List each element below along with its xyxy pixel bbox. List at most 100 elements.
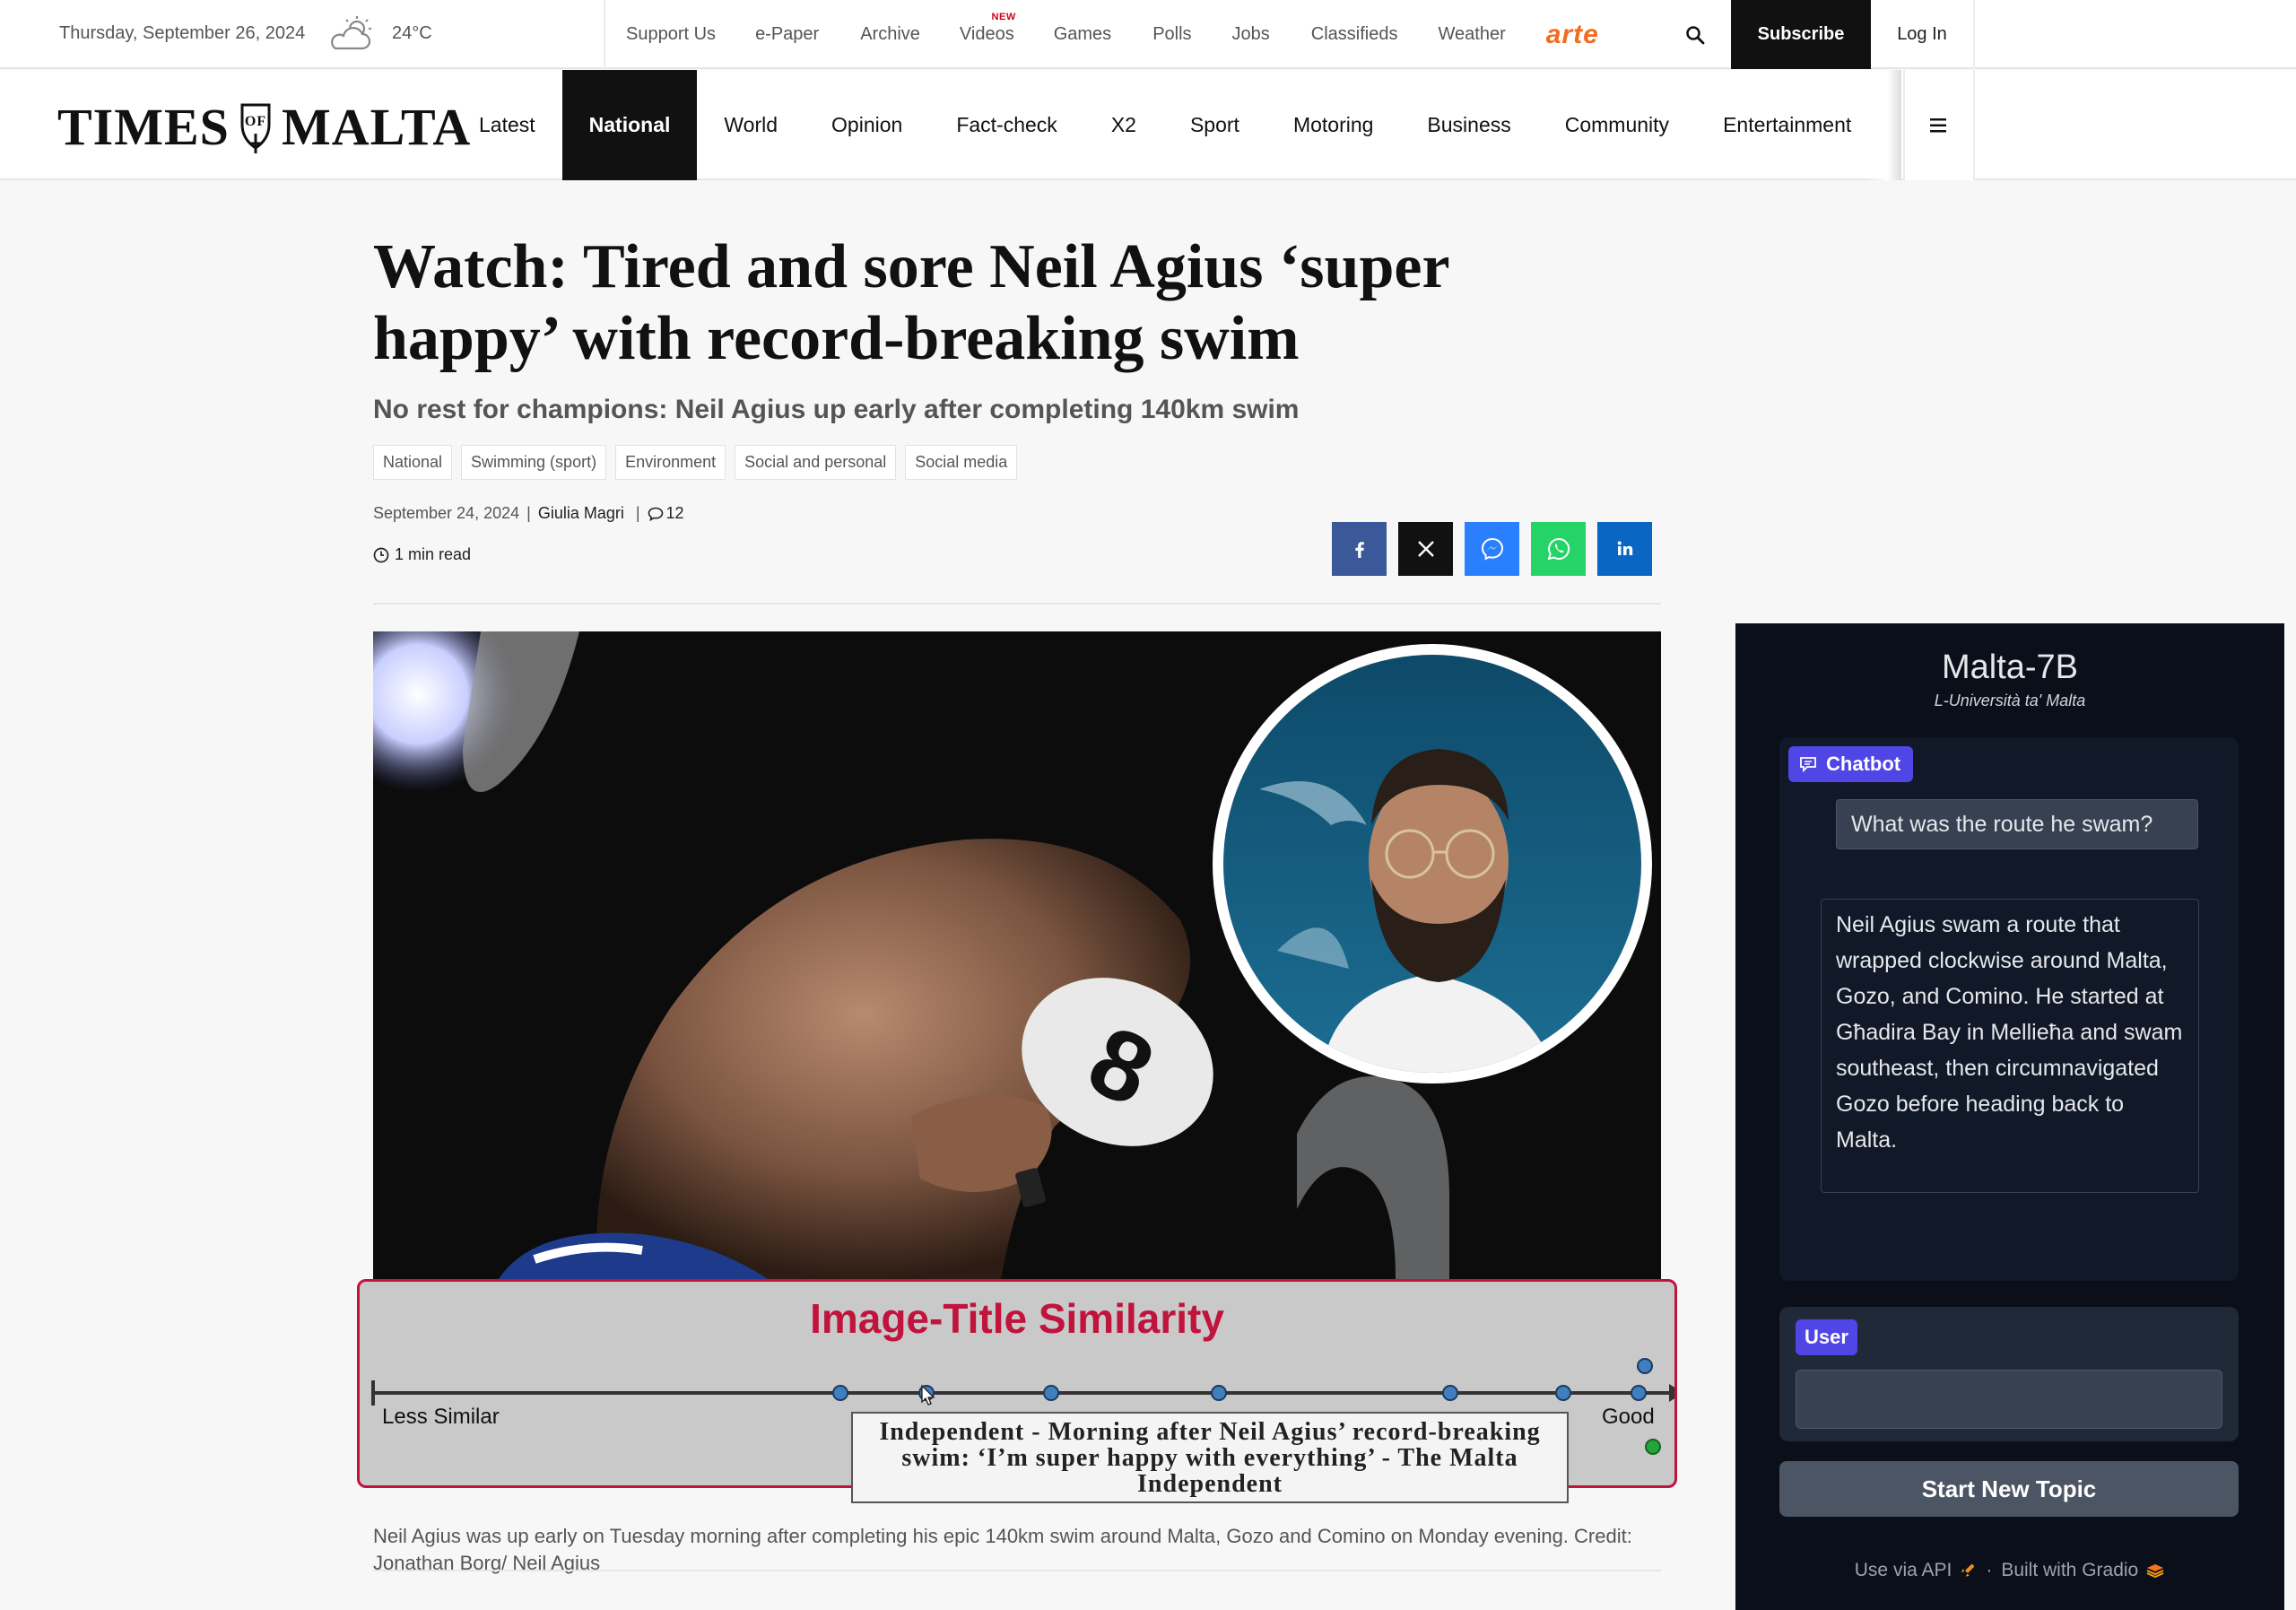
similarity-point[interactable] (832, 1385, 848, 1401)
similarity-point[interactable] (1442, 1385, 1458, 1401)
inset-photo (1223, 655, 1641, 1073)
whatsapp-icon (1547, 537, 1570, 561)
search-button[interactable] (1670, 0, 1720, 69)
nav-fact-check[interactable]: Fact-check (929, 70, 1083, 180)
tag-national[interactable]: National (373, 445, 453, 480)
video-inset[interactable] (1213, 644, 1652, 1083)
user-label: User (1796, 1319, 1857, 1355)
tag-social-personal[interactable]: Social and personal (735, 445, 897, 480)
chatbot-subtitle: L-Università ta' Malta (1934, 692, 2086, 709)
comment-icon (648, 507, 663, 521)
chatbot-title: Malta-7B (1941, 648, 2079, 686)
publish-date: September 24, 2024 (373, 504, 520, 522)
chat-history[interactable]: Chatbot What was the route he swam? Neil… (1779, 737, 2239, 1281)
image-caption: Neil Agius was up early on Tuesday morni… (373, 1525, 1632, 1574)
games-link[interactable]: Games (1054, 24, 1111, 45)
read-time-text: 1 min read (395, 545, 472, 563)
rocket-icon (1961, 1564, 1975, 1577)
share-facebook-button[interactable] (1332, 522, 1387, 576)
jobs-link[interactable]: Jobs (1232, 24, 1270, 45)
image-title-similarity-widget: Image-Title Similarity Less Similar Good… (357, 1279, 1677, 1503)
videos-link[interactable]: Videos NEW (959, 12, 1015, 45)
messenger-icon (1481, 537, 1503, 561)
menu-button[interactable] (1903, 70, 1975, 180)
classifieds-link[interactable]: Classifieds (1311, 24, 1398, 45)
videos-label: Videos (959, 24, 1014, 44)
portrait-photo (1223, 655, 1641, 1073)
similarity-point[interactable] (1555, 1385, 1571, 1401)
partly-cloudy-icon (331, 16, 371, 50)
built-with-gradio-text: Built with Gradio (2001, 1560, 2139, 1580)
nav-motoring[interactable]: Motoring (1266, 70, 1400, 180)
main-navigation: TIMES OF MALTA Latest National World Opi… (0, 70, 2296, 180)
use-via-api-link[interactable]: Use via API (1855, 1560, 1978, 1581)
comments-link[interactable]: 12 (648, 504, 684, 523)
scale-high-label: Good (1602, 1405, 1655, 1429)
utility-bar: Thursday, September 26, 2024 24°C Suppor… (0, 0, 2296, 69)
nav-sport[interactable]: Sport (1163, 70, 1266, 180)
nav-community[interactable]: Community (1538, 70, 1696, 180)
nav-national[interactable]: National (561, 70, 698, 180)
nav-business[interactable]: Business (1400, 70, 1537, 180)
archive-link[interactable]: Archive (860, 24, 920, 45)
current-date: Thursday, September 26, 2024 (59, 23, 306, 43)
message-input[interactable] (1796, 1370, 2222, 1429)
similarity-point[interactable] (1043, 1385, 1059, 1401)
meta-separator: | (631, 504, 640, 522)
nav-x2[interactable]: X2 (1084, 70, 1163, 180)
nav-opinion[interactable]: Opinion (804, 70, 929, 180)
share-whatsapp-button[interactable] (1531, 522, 1586, 576)
similarity-point[interactable] (1631, 1385, 1647, 1401)
crest-text: OF (245, 114, 266, 129)
article-headline: Watch: Tired and sore Neil Agius ‘super … (373, 232, 1449, 373)
article-meta: September 24, 2024 | Giulia Magri | 12 (373, 504, 684, 523)
similarity-point[interactable] (1211, 1385, 1227, 1401)
clock-icon (373, 547, 389, 562)
times-of-malta-logo[interactable]: TIMES OF MALTA (57, 95, 471, 158)
nav-entertainment[interactable]: Entertainment (1696, 70, 1878, 180)
logo-word-malta: MALTA (281, 97, 472, 156)
chatbot-panel: Malta-7B L-Università ta' Malta Chatbot … (1735, 623, 2284, 1610)
share-messenger-button[interactable] (1465, 522, 1519, 576)
start-new-topic-button[interactable]: Start New Topic (1779, 1461, 2239, 1517)
nav-world[interactable]: World (697, 70, 804, 180)
nav-scroll-fade (1866, 70, 1901, 180)
crest-icon: OF (240, 103, 271, 153)
gradio-logo-icon (2146, 1564, 2164, 1579)
new-badge: NEW (991, 12, 1016, 22)
share-linkedin-button[interactable] (1597, 522, 1652, 576)
weather-link[interactable]: Weather (1439, 24, 1506, 45)
divider (373, 1570, 1661, 1571)
author-link[interactable]: Giulia Magri (538, 504, 624, 523)
logo-word-times: TIMES (57, 97, 230, 156)
support-us-link[interactable]: Support Us (626, 24, 716, 45)
chat-bubble-icon (1800, 757, 1816, 772)
login-button[interactable]: Log In (1871, 0, 1975, 69)
built-with-gradio-link[interactable]: Built with Gradio (2001, 1560, 2165, 1581)
tag-environment[interactable]: Environment (615, 445, 726, 480)
meta-separator: | (526, 504, 531, 522)
bot-message: Neil Agius swam a route that wrapped clo… (1821, 899, 2199, 1193)
tag-swimming[interactable]: Swimming (sport) (461, 445, 607, 480)
divider (373, 603, 1661, 605)
tag-list: National Swimming (sport) Environment So… (373, 445, 1018, 480)
linkedin-icon (1617, 541, 1632, 555)
search-icon (1686, 25, 1705, 44)
chatbot-footer: Use via API · Built with Gradio (1735, 1560, 2284, 1581)
chatbot-label: Chatbot (1788, 746, 1914, 782)
similarity-point[interactable] (1637, 1358, 1653, 1374)
read-time: 1 min read (373, 545, 471, 564)
epaper-link[interactable]: e-Paper (755, 24, 819, 45)
user-input-panel: User (1779, 1307, 2239, 1441)
tag-social-media[interactable]: Social media (905, 445, 1018, 480)
share-x-button[interactable] (1398, 522, 1453, 576)
nav-latest[interactable]: Latest (452, 70, 562, 180)
similarity-tooltip: Independent - Morning after Neil Agius’ … (851, 1412, 1569, 1503)
use-via-api-text: Use via API (1854, 1560, 1952, 1580)
polls-link[interactable]: Polls (1152, 24, 1191, 45)
facebook-icon (1354, 542, 1364, 558)
temperature: 24°C (392, 23, 432, 43)
arte-logo[interactable]: arte (1546, 20, 1599, 50)
subscribe-button[interactable]: Subscribe (1731, 0, 1871, 69)
chatbot-label-text: Chatbot (1826, 753, 1901, 775)
